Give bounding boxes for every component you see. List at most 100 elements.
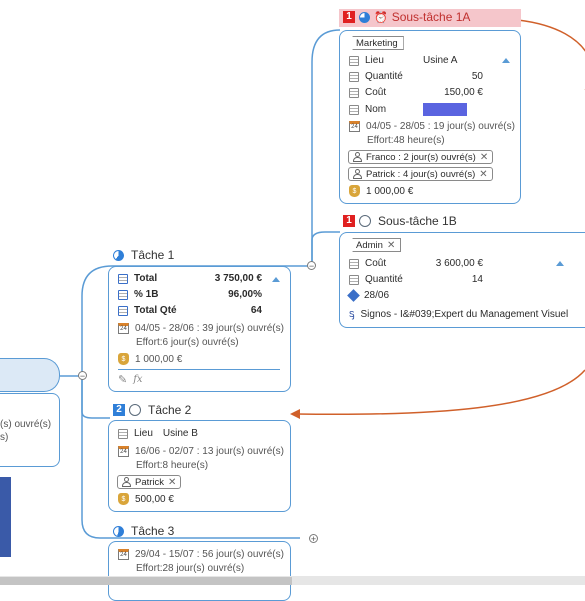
- root-task-card[interactable]: [0, 393, 60, 467]
- task3-card[interactable]: 24 29/04 - 15/07 : 56 jour(s) ouvré(s) Ef…: [108, 541, 291, 601]
- task1-card[interactable]: Total 3 750,00 € % 1B 96,00% Total Qté 64 2…: [108, 266, 291, 392]
- field-label: Lieu: [134, 428, 153, 439]
- remove-icon[interactable]: ✕: [480, 152, 488, 163]
- calendar-icon: 24: [349, 121, 360, 132]
- task3-dates: 24 29/04 - 15/07 : 56 jour(s) ouvré(s): [118, 549, 284, 560]
- root-task-header[interactable]: [0, 358, 60, 392]
- priority-icon: 1: [343, 215, 355, 227]
- tag-admin[interactable]: Admin ✕: [347, 238, 402, 252]
- task1-title-text: Tâche 1: [131, 248, 175, 262]
- dates-text: 04/05 - 28/06 : 39 jour(s) ouvré(s): [135, 323, 284, 334]
- sub1a-dates: 24 04/05 - 28/05 : 19 jour(s) ouvré(s): [349, 121, 515, 132]
- field-total: Total 3 750,00 €: [118, 273, 262, 284]
- root-dates-fragment: (s) ouvré(s): [0, 419, 52, 430]
- sub1a-title-text: Sous-tâche 1A: [391, 10, 471, 24]
- formula-field-icon: [118, 289, 128, 300]
- task3-title-text: Tâche 3: [131, 524, 175, 538]
- field-total-qte: Total Qté 64: [118, 305, 262, 316]
- resource-chip-patrick[interactable]: Patrick ✕: [117, 475, 182, 489]
- alarm-icon: ⏰: [374, 11, 388, 24]
- field-value: 3 750,00 €: [214, 273, 262, 284]
- task3-effort: Effort:28 jour(s) ouvré(s): [136, 563, 245, 574]
- cost-text: 1 000,00 €: [135, 353, 183, 365]
- divider: [118, 369, 280, 370]
- field-icon: [349, 55, 359, 66]
- task3-title[interactable]: Tâche 3: [113, 524, 174, 538]
- dates-text: 04/05 - 28/05 : 19 jour(s) ouvré(s): [366, 121, 515, 132]
- collapse-task1-toggle[interactable]: −: [307, 261, 316, 271]
- resource-label: Patrick : 4 jour(s) ouvré(s): [366, 168, 476, 180]
- task1-dates: 24 04/05 - 28/06 : 39 jour(s) ouvré(s): [118, 323, 284, 334]
- tag-label: Admin: [356, 239, 383, 251]
- formula-text: fx: [133, 374, 143, 385]
- field-value: Usine B: [162, 428, 198, 439]
- field-value: 50: [471, 71, 483, 82]
- progress-empty-icon: [129, 404, 141, 416]
- field-label: Lieu: [365, 55, 384, 66]
- expand-fields-icon[interactable]: [556, 261, 564, 266]
- field-quantite: Quantité 14: [349, 274, 483, 285]
- money-bag-icon: $: [118, 493, 129, 505]
- field-icon: [349, 274, 359, 285]
- link-text[interactable]: Signos - I&#039;Expert du Management Vis…: [361, 309, 569, 320]
- sub1b-title[interactable]: 1 Sous-tâche 1B: [343, 214, 457, 228]
- sub1b-title-text: Sous-tâche 1B: [378, 214, 457, 228]
- person-icon: [353, 169, 362, 179]
- priority-icon: 2: [113, 404, 125, 416]
- field-cout: Coût 150,00 €: [349, 87, 483, 98]
- expand-fields-icon[interactable]: [272, 277, 280, 282]
- formula-field-icon: [118, 273, 128, 284]
- link-icon: ᶊ: [349, 308, 355, 320]
- calendar-icon: 24: [118, 323, 129, 334]
- remove-icon[interactable]: ✕: [168, 477, 176, 488]
- field-icon: [349, 104, 359, 115]
- collapse-root-toggle[interactable]: −: [78, 371, 87, 381]
- remove-icon[interactable]: ✕: [387, 240, 395, 251]
- field-label: % 1B: [134, 289, 159, 300]
- sub1b-link[interactable]: ᶊ Signos - I&#039;Expert du Management Vi…: [349, 308, 568, 320]
- task2-card[interactable]: Lieu Usine B 24 16/06 - 02/07 : 13 jour(s)…: [108, 420, 291, 512]
- task1-effort: Effort:6 jour(s) ouvré(s): [136, 337, 239, 348]
- field-icon: [349, 87, 359, 98]
- task1-title[interactable]: Tâche 1: [113, 248, 174, 262]
- edit-icon[interactable]: ✎: [118, 373, 127, 386]
- sub1b-card[interactable]: Admin ✕ Coût 3 600,00 € Quantité 14 28/06 ᶊ…: [339, 232, 585, 328]
- sub1a-title[interactable]: 1 ⏰ Sous-tâche 1A: [343, 10, 470, 24]
- calendar-icon: 24: [118, 549, 129, 560]
- field-label: Nom: [365, 104, 387, 115]
- formula-field-icon: [118, 305, 128, 316]
- progress-pie-icon: [113, 525, 124, 537]
- field-label: Total Qté: [134, 305, 177, 316]
- resource-label: Patrick: [135, 476, 165, 488]
- field-value: Usine A: [423, 55, 458, 66]
- dates-text: 16/06 - 02/07 : 13 jour(s) ouvré(s): [135, 446, 284, 457]
- task2-effort: Effort:8 heure(s): [136, 460, 209, 471]
- sub1a-card[interactable]: Marketing Lieu Usine A Quantité 50 Coût 150…: [339, 30, 521, 204]
- task2-cost: $500,00 €: [118, 493, 174, 505]
- field-icon: [349, 71, 359, 82]
- remove-icon[interactable]: ✕: [479, 169, 487, 180]
- field-value: 64: [250, 305, 262, 316]
- resource-chip-patrick[interactable]: Patrick : 4 jour(s) ouvré(s) ✕: [348, 167, 493, 181]
- field-icon: [118, 428, 128, 439]
- expand-task3-toggle[interactable]: +: [309, 534, 318, 544]
- nom-color-swatch[interactable]: [423, 103, 467, 116]
- field-lieu: Lieu Usine B: [118, 428, 198, 439]
- money-bag-icon: $: [349, 185, 360, 197]
- field-pct-1b: % 1B 96,00%: [118, 289, 262, 300]
- task2-title[interactable]: 2 Tâche 2: [113, 403, 191, 417]
- progress-empty-icon: [359, 215, 371, 227]
- tag-label: Marketing: [356, 37, 398, 49]
- milestone-date: 28/06: [364, 290, 390, 301]
- tag-marketing[interactable]: Marketing: [347, 36, 404, 50]
- expand-fields-icon[interactable]: [502, 58, 510, 63]
- horizontal-scrollbar-thumb[interactable]: [0, 577, 292, 585]
- sub1a-cost: $1 000,00 €: [349, 185, 413, 197]
- field-label: Coût: [365, 258, 387, 269]
- money-bag-icon: $: [118, 353, 129, 365]
- task1-formula[interactable]: ✎ fx: [118, 373, 143, 386]
- task1-cost: $1 000,00 €: [118, 353, 182, 365]
- sub1b-milestone: 28/06: [347, 289, 390, 302]
- field-icon: [349, 258, 359, 269]
- resource-chip-franco[interactable]: Franco : 2 jour(s) ouvré(s) ✕: [348, 150, 494, 164]
